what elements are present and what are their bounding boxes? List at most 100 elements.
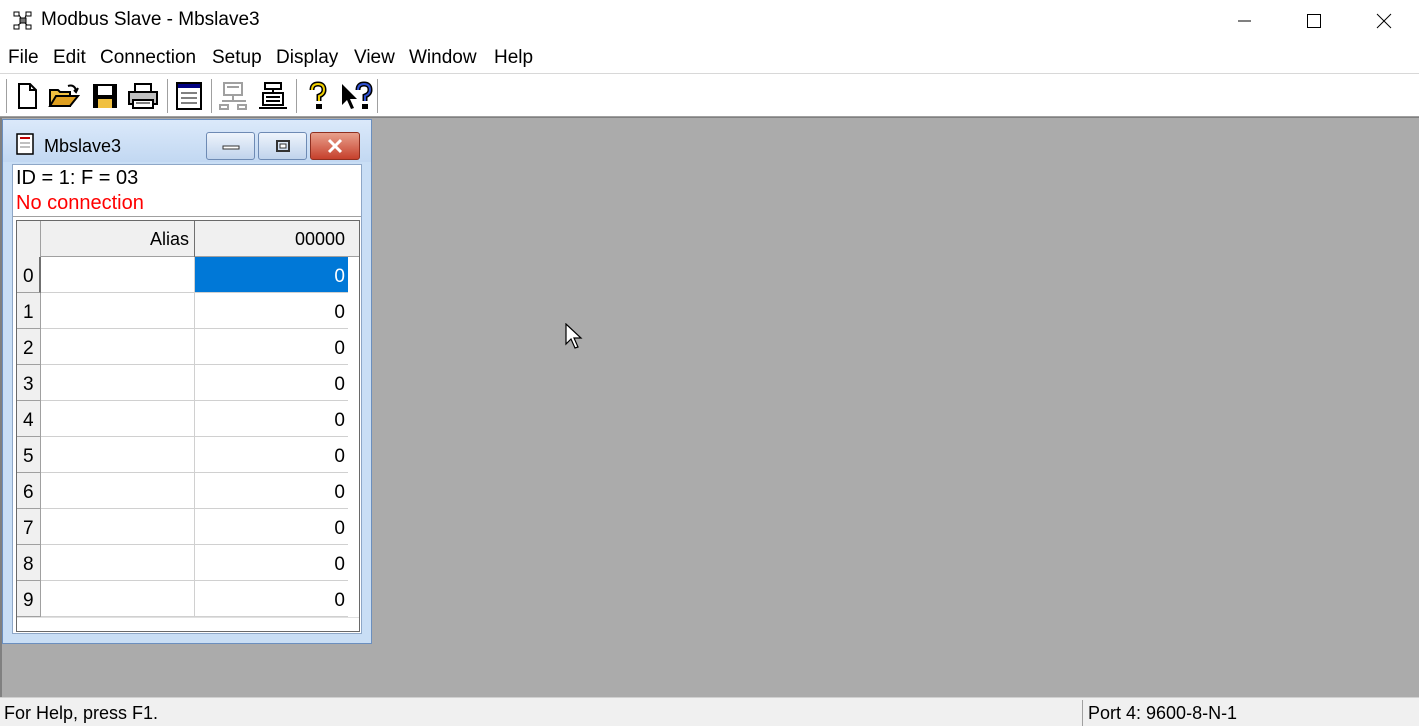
table-row[interactable]: 2 0 bbox=[17, 329, 359, 365]
minimize-icon bbox=[222, 145, 239, 150]
menu-setup[interactable]: Setup bbox=[212, 47, 262, 69]
status-help-text: For Help, press F1. bbox=[4, 703, 159, 723]
connection-status: No connection bbox=[16, 192, 144, 214]
toolbar-separator bbox=[211, 79, 213, 113]
alias-cell[interactable] bbox=[41, 329, 195, 365]
column-header-register[interactable]: 00000 bbox=[195, 221, 348, 257]
row-header[interactable]: 7 bbox=[17, 509, 41, 545]
table-row[interactable]: 7 0 bbox=[17, 509, 359, 545]
slave-child-window[interactable]: Mbslave3 ID = 1: F = 03 No connection Al… bbox=[2, 119, 372, 644]
menu-window[interactable]: Window bbox=[409, 47, 477, 69]
alias-cell[interactable] bbox=[41, 257, 195, 293]
value-cell[interactable]: 0 bbox=[195, 257, 348, 293]
row-header[interactable]: 2 bbox=[17, 329, 41, 365]
alias-cell[interactable] bbox=[41, 545, 195, 581]
close-button[interactable] bbox=[1349, 0, 1419, 42]
row-header[interactable]: 5 bbox=[17, 437, 41, 473]
child-window-title: Mbslave3 bbox=[44, 136, 122, 156]
connect-button[interactable] bbox=[217, 79, 251, 113]
value-cell[interactable]: 0 bbox=[195, 509, 348, 545]
table-row[interactable]: 5 0 bbox=[17, 437, 359, 473]
row-header[interactable]: 4 bbox=[17, 401, 41, 437]
alias-cell[interactable] bbox=[41, 293, 195, 329]
table-row[interactable]: 4 0 bbox=[17, 401, 359, 437]
title-bar: Modbus Slave - Mbslave3 bbox=[0, 0, 1419, 42]
maximize-button[interactable] bbox=[1279, 0, 1349, 42]
grid-header: Alias 00000 bbox=[17, 221, 359, 257]
network-nodes-icon bbox=[13, 11, 32, 30]
menu-edit[interactable]: Edit bbox=[53, 47, 86, 69]
value-cell[interactable]: 0 bbox=[195, 437, 348, 473]
menu-display[interactable]: Display bbox=[276, 47, 338, 69]
slave-info: ID = 1: F = 03 No connection bbox=[16, 166, 144, 216]
status-port-pane: Port 4: 9600-8-N-1 bbox=[1082, 700, 1387, 726]
row-header[interactable]: 0 bbox=[17, 257, 41, 293]
context-help-button[interactable] bbox=[339, 79, 373, 113]
value-cell[interactable]: 0 bbox=[195, 293, 348, 329]
column-header-alias[interactable]: Alias bbox=[41, 221, 195, 257]
row-header[interactable]: 8 bbox=[17, 545, 41, 581]
value-cell[interactable]: 0 bbox=[195, 365, 348, 401]
child-client-area: ID = 1: F = 03 No connection Alias 00000… bbox=[12, 164, 362, 634]
minimize-icon bbox=[1238, 20, 1251, 22]
table-row[interactable]: 0 0 bbox=[17, 257, 359, 293]
alias-cell[interactable] bbox=[41, 365, 195, 401]
port-settings-text: Port 4: 9600-8-N-1 bbox=[1088, 703, 1238, 723]
table-row[interactable]: 9 0 bbox=[17, 581, 359, 617]
toolbar-grip[interactable] bbox=[4, 79, 7, 113]
menu-help[interactable]: Help bbox=[494, 47, 533, 69]
value-cell[interactable]: 0 bbox=[195, 581, 348, 617]
open-folder-icon bbox=[48, 84, 80, 107]
table-row[interactable]: 6 0 bbox=[17, 473, 359, 509]
value-cell[interactable]: 0 bbox=[195, 401, 348, 437]
mouse-cursor-icon bbox=[565, 323, 583, 349]
row-header[interactable]: 1 bbox=[17, 293, 41, 329]
new-document-icon bbox=[18, 83, 37, 109]
child-minimize-button[interactable] bbox=[206, 132, 255, 160]
alias-cell[interactable] bbox=[41, 509, 195, 545]
disconnect-icon bbox=[259, 82, 287, 109]
maximize-icon bbox=[1307, 14, 1321, 28]
grid-corner[interactable] bbox=[17, 221, 41, 257]
menu-connection[interactable]: Connection bbox=[100, 47, 196, 69]
new-button[interactable] bbox=[10, 79, 44, 113]
row-header[interactable]: 6 bbox=[17, 473, 41, 509]
open-button[interactable] bbox=[47, 79, 81, 113]
minimize-button[interactable] bbox=[1209, 0, 1279, 42]
help-icon bbox=[309, 81, 327, 109]
toolbar-separator bbox=[296, 79, 298, 113]
alias-cell[interactable] bbox=[41, 401, 195, 437]
row-header[interactable]: 9 bbox=[17, 581, 41, 617]
alias-cell[interactable] bbox=[41, 437, 195, 473]
table-row[interactable]: 1 0 bbox=[17, 293, 359, 329]
slave-window-button[interactable] bbox=[172, 79, 206, 113]
help-button[interactable] bbox=[301, 79, 335, 113]
status-bar: For Help, press F1. Port 4: 9600-8-N-1 bbox=[0, 697, 1419, 726]
save-disk-icon bbox=[93, 84, 117, 108]
value-cell[interactable]: 0 bbox=[195, 473, 348, 509]
disconnect-button[interactable] bbox=[256, 79, 290, 113]
menu-file[interactable]: File bbox=[8, 47, 39, 69]
close-icon bbox=[1376, 13, 1392, 29]
table-row[interactable]: 3 0 bbox=[17, 365, 359, 401]
register-grid[interactable]: Alias 00000 0 0 1 0 2 0 3 0 4 0 5 0 6 0 … bbox=[16, 220, 360, 632]
value-cell[interactable]: 0 bbox=[195, 545, 348, 581]
table-row[interactable]: 8 0 bbox=[17, 545, 359, 581]
print-icon bbox=[128, 83, 158, 109]
row-header[interactable]: 3 bbox=[17, 365, 41, 401]
toolbar-separator bbox=[167, 79, 169, 113]
toolbar bbox=[0, 75, 1419, 117]
save-button[interactable] bbox=[88, 79, 122, 113]
grid-empty-area bbox=[17, 617, 359, 631]
child-title-bar[interactable]: Mbslave3 bbox=[3, 120, 371, 162]
slave-id-label: ID = 1: F = 03 bbox=[16, 167, 139, 189]
value-cell[interactable]: 0 bbox=[195, 329, 348, 365]
print-button[interactable] bbox=[126, 79, 160, 113]
menu-view[interactable]: View bbox=[354, 47, 395, 69]
child-restore-button[interactable] bbox=[258, 132, 307, 160]
restore-icon bbox=[275, 140, 290, 152]
alias-cell[interactable] bbox=[41, 581, 195, 617]
window-title: Modbus Slave - Mbslave3 bbox=[41, 9, 260, 30]
alias-cell[interactable] bbox=[41, 473, 195, 509]
child-close-button[interactable] bbox=[310, 132, 360, 160]
